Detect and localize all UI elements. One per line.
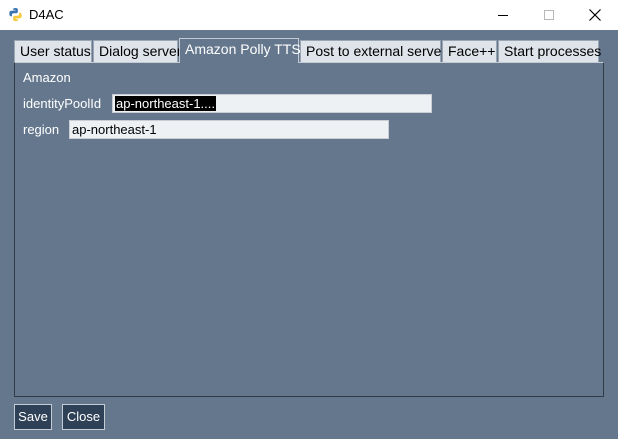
maximize-button[interactable]: [526, 0, 572, 30]
window-title: D4AC: [29, 7, 64, 22]
tab-panel-amazon-polly-tts: Amazon identityPoolId ap-northeast-1....…: [14, 62, 604, 397]
close-button[interactable]: Close: [62, 404, 105, 430]
region-field[interactable]: ap-northeast-1: [69, 120, 389, 139]
save-button[interactable]: Save: [14, 404, 52, 430]
python-logo-icon: [9, 7, 22, 22]
tab-amazon-polly-tts[interactable]: Amazon Polly TTS: [179, 38, 301, 63]
identity-pool-id-label: identityPoolId: [23, 96, 102, 111]
minimize-icon: [498, 15, 508, 16]
identity-pool-id-field[interactable]: ap-northeast-1....: [112, 94, 432, 113]
close-window-button[interactable]: [572, 0, 618, 30]
tab-face-plus-plus[interactable]: Face++: [442, 40, 497, 62]
tab-dialog-server[interactable]: Dialog server: [93, 40, 181, 62]
tab-post-to-external-server[interactable]: Post to external server: [300, 40, 446, 62]
minimize-button[interactable]: [480, 0, 526, 30]
close-icon: [589, 9, 601, 21]
section-label-amazon: Amazon: [23, 70, 71, 85]
identity-pool-id-value: ap-northeast-1....: [115, 96, 216, 111]
region-label: region: [23, 122, 60, 137]
maximize-icon: [544, 10, 554, 20]
title-bar: D4AC: [0, 0, 618, 30]
tab-user-status[interactable]: User status: [14, 40, 92, 62]
tab-start-processes[interactable]: Start processes: [498, 40, 601, 62]
